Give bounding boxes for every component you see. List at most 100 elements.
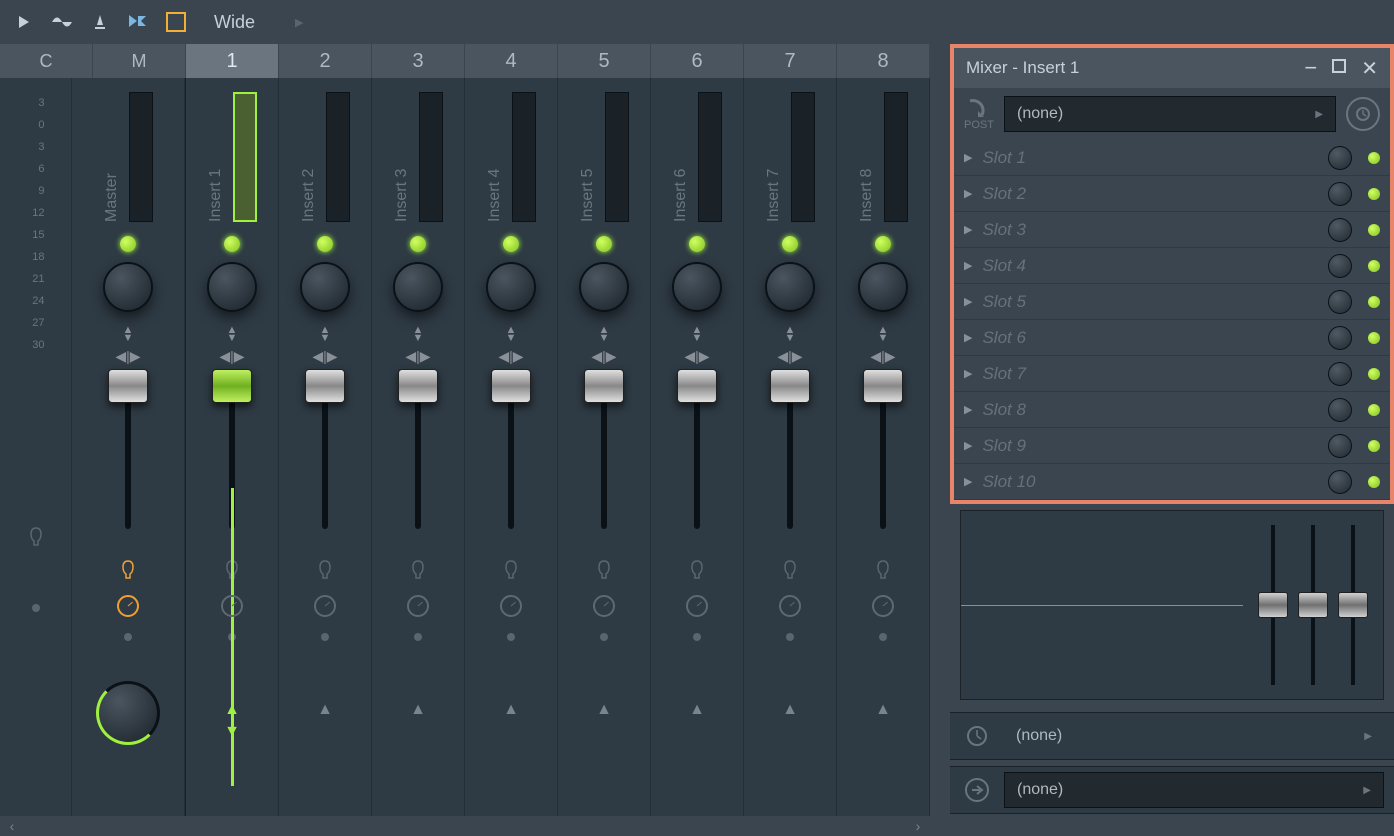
pan-knob[interactable] [579,262,629,312]
output-dropdown[interactable]: (none) ▶ [1004,772,1384,808]
stereo-sep-arrows[interactable]: ▲▼ [506,326,517,342]
pan-knob[interactable] [486,262,536,312]
fx-enable-dot[interactable] [321,633,329,641]
track-header-1[interactable]: 1 [186,44,279,78]
volume-fader[interactable] [393,369,443,529]
expand-icon[interactable]: ▶ [964,259,972,272]
eq-slider-mid[interactable] [1296,525,1330,685]
fx-enable-dot[interactable] [693,633,701,641]
mute-led[interactable] [410,236,426,252]
slot-mix-knob[interactable] [1328,434,1352,458]
fx-slot-1[interactable]: ▶Slot 1 [954,140,1390,176]
slot-mix-knob[interactable] [1328,398,1352,422]
fx-slot-7[interactable]: ▶Slot 7 [954,356,1390,392]
stereo-sep-arrows[interactable]: ▲▼ [227,326,238,342]
send-arrow-icon[interactable]: ▲ [596,701,612,719]
slot-mix-knob[interactable] [1328,290,1352,314]
expand-icon[interactable]: ▶ [964,151,972,164]
expand-icon[interactable]: ▶ [964,331,972,344]
delay-clock-icon[interactable] [407,595,429,617]
time-clock-icon[interactable] [960,719,994,753]
expand-icon[interactable]: ▶ [964,187,972,200]
header-m[interactable]: M [93,44,186,78]
track-header-2[interactable]: 2 [279,44,372,78]
slot-enable-led[interactable] [1368,152,1380,164]
record-arm-icon[interactable] [502,559,520,581]
delay-clock-icon[interactable] [686,595,708,617]
track-insert-8[interactable]: Insert 8 ▲▼◀|▶ ▲ [837,78,930,816]
track-master[interactable]: Master ▲▼ ◀|▶ [72,78,185,816]
delay-clock-icon[interactable] [593,595,615,617]
send-arrow-icon[interactable]: ▲ [782,701,798,719]
header-c[interactable]: C [0,44,93,78]
record-arm-icon[interactable] [119,559,137,581]
track-insert-6[interactable]: Insert 6 ▲▼◀|▶ ▲ [651,78,744,816]
slot-enable-led[interactable] [1368,332,1380,344]
flag-icon[interactable] [126,10,150,34]
record-arm-icon[interactable] [688,559,706,581]
stereo-sep-arrows[interactable]: ▲▼ [320,326,331,342]
close-icon[interactable]: ✕ [1361,56,1378,81]
slot-mix-knob[interactable] [1328,254,1352,278]
fx-slot-10[interactable]: ▶Slot 10 [954,464,1390,500]
track-header-3[interactable]: 3 [372,44,465,78]
slot-enable-led[interactable] [1368,296,1380,308]
slot-enable-led[interactable] [1368,260,1380,272]
stereo-sep-icon[interactable]: ◀|▶ [591,348,616,365]
scroll-left-icon[interactable]: ‹ [2,816,22,836]
record-arm-icon[interactable] [595,559,613,581]
expand-icon[interactable]: ▶ [964,367,972,380]
send-arrow-icon[interactable]: ▲ [317,701,333,719]
send-arrow-icon[interactable]: ▲ [689,701,705,719]
fx-enable-dot[interactable] [786,633,794,641]
maximize-icon[interactable] [1331,58,1347,79]
time-dropdown[interactable]: (none) ▶ [1004,718,1384,754]
delay-clock-icon[interactable] [500,595,522,617]
stereo-sep-icon[interactable]: ◀|▶ [870,348,895,365]
expand-icon[interactable]: ▶ [964,475,972,488]
mute-led[interactable] [689,236,705,252]
pan-knob[interactable] [672,262,722,312]
stereo-sep-arrows[interactable]: ▲▼ [123,326,134,342]
stereo-sep-arrows[interactable]: ▲▼ [692,326,703,342]
play-icon[interactable] [12,10,36,34]
fx-slot-9[interactable]: ▶Slot 9 [954,428,1390,464]
mute-led[interactable] [503,236,519,252]
stereo-sep-icon[interactable]: ◀|▶ [312,348,337,365]
slot-enable-led[interactable] [1368,224,1380,236]
output-arrow-icon[interactable] [960,777,994,803]
expand-icon[interactable]: ▶ [964,223,972,236]
delay-clock-icon[interactable] [117,595,139,617]
slot-mix-knob[interactable] [1328,146,1352,170]
volume-fader[interactable] [300,369,350,529]
track-insert-1[interactable]: Insert 1 ▲▼ ◀|▶ ▲ ▼ [186,78,279,816]
eq-graph[interactable] [961,511,1243,699]
volume-fader[interactable] [858,369,908,529]
fx-enable-dot[interactable] [124,633,132,641]
record-arm-icon[interactable] [316,559,334,581]
track-header-5[interactable]: 5 [558,44,651,78]
wave-icon[interactable] [50,10,74,34]
pan-knob[interactable] [207,262,257,312]
fx-slot-4[interactable]: ▶Slot 4 [954,248,1390,284]
fx-enable-dot[interactable] [879,633,887,641]
fx-enable-dot[interactable] [507,633,515,641]
minimize-icon[interactable]: − [1304,55,1317,81]
record-arm-icon[interactable] [409,559,427,581]
stereo-sep-arrows[interactable]: ▲▼ [413,326,424,342]
fx-enable-dot[interactable] [600,633,608,641]
delay-clock-icon[interactable] [221,595,243,617]
stereo-sep-arrows[interactable]: ▲▼ [878,326,889,342]
record-arm-icon[interactable] [781,559,799,581]
record-arm-icon[interactable] [874,559,892,581]
track-insert-5[interactable]: Insert 5 ▲▼◀|▶ ▲ [558,78,651,816]
stereo-sep-icon[interactable]: ◀|▶ [684,348,709,365]
pan-knob[interactable] [765,262,815,312]
expand-icon[interactable]: ▶ [964,295,972,308]
input-clock-icon[interactable] [1346,97,1380,131]
slot-enable-led[interactable] [1368,404,1380,416]
volume-fader[interactable] [103,369,153,529]
slot-mix-knob[interactable] [1328,182,1352,206]
delay-clock-icon[interactable] [872,595,894,617]
mute-led[interactable] [317,236,333,252]
